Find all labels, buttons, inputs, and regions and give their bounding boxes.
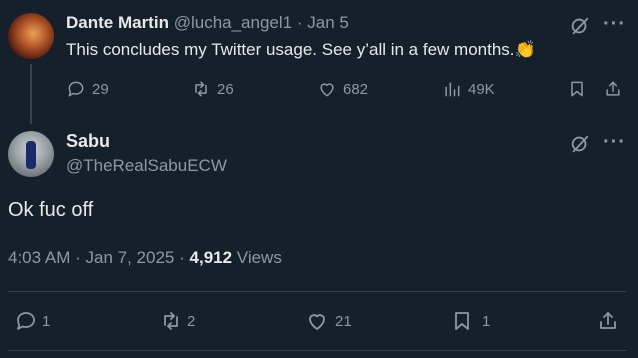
clapping-hands-icon: 👏 xyxy=(514,40,536,59)
main-tweet-text: Ok fuc off xyxy=(8,199,94,221)
share-icon xyxy=(600,312,616,329)
thread-tweet-header: Dante Martin @lucha_angel1 · Jan 5 xyxy=(66,13,349,33)
main-tweet-time[interactable]: 4:03 AM xyxy=(8,248,70,267)
share-icon xyxy=(606,81,620,96)
divider xyxy=(8,291,626,292)
grok-icon[interactable] xyxy=(569,15,591,42)
thread-author-handle[interactable]: @lucha_angel1 xyxy=(174,13,292,32)
dante-avatar[interactable] xyxy=(8,13,54,59)
main-more-icon[interactable]: ··· xyxy=(603,131,626,154)
bookmark-icon xyxy=(455,312,469,330)
heart-icon xyxy=(309,314,325,330)
thread-tweet-date[interactable]: Jan 5 xyxy=(307,13,349,32)
retweet-icon xyxy=(164,312,178,330)
main-reply-count: 1 xyxy=(42,312,51,330)
main-like-button[interactable]: 21 xyxy=(305,309,352,333)
main-tweet-date[interactable]: Jan 7, 2025 xyxy=(86,248,175,267)
thread-retweet-count: 26 xyxy=(217,80,234,98)
thread-retweet-button[interactable]: 26 xyxy=(191,79,234,99)
main-retweet-button[interactable]: 2 xyxy=(159,309,195,333)
thread-tweet-text: This concludes my Twitter usage. See y’a… xyxy=(66,40,536,60)
analytics-icon xyxy=(445,82,460,97)
main-share-button[interactable] xyxy=(596,309,620,333)
bookmark-icon xyxy=(571,81,583,97)
main-views-count: 4,912 xyxy=(189,248,233,267)
main-author-name[interactable]: Sabu xyxy=(66,131,110,152)
thread-author-name[interactable]: Dante Martin xyxy=(66,13,169,32)
more-icon[interactable]: ··· xyxy=(603,13,626,36)
thread-date-separator: · xyxy=(296,13,303,32)
retweet-icon xyxy=(195,81,207,97)
main-reply-button[interactable]: 1 xyxy=(14,309,50,333)
reply-icon xyxy=(68,81,84,97)
main-views-label: Views xyxy=(236,248,282,267)
sabu-avatar[interactable] xyxy=(8,131,54,177)
meta-separator: · xyxy=(75,248,81,267)
bottom-divider xyxy=(8,350,626,351)
main-retweet-count: 2 xyxy=(187,312,196,330)
meta-separator: · xyxy=(179,248,185,267)
thread-tweet-text-content: This concludes my Twitter usage. See y’a… xyxy=(66,40,515,59)
main-grok-icon[interactable] xyxy=(569,133,591,160)
heart-icon xyxy=(320,83,334,97)
thread-like-count: 682 xyxy=(343,80,369,98)
main-bookmark-button[interactable]: 1 xyxy=(450,309,490,333)
main-author-handle[interactable]: @TheRealSabuECW xyxy=(66,156,227,176)
thread-reply-count: 29 xyxy=(92,80,109,98)
thread-share-button[interactable] xyxy=(603,79,623,104)
main-bookmark-count: 1 xyxy=(482,312,491,330)
thread-bookmark-button[interactable] xyxy=(567,79,587,104)
thread-reply-button[interactable]: 29 xyxy=(66,79,109,99)
thread-views-button[interactable]: 49K xyxy=(442,79,495,99)
main-tweet-meta: 4:03 AM · Jan 7, 2025 · 4,912 Views xyxy=(8,248,282,268)
thread-like-button[interactable]: 682 xyxy=(317,79,368,99)
thread-connector-line xyxy=(30,64,32,124)
thread-views-count: 49K xyxy=(468,80,495,98)
main-like-count: 21 xyxy=(335,312,352,330)
reply-icon xyxy=(17,312,35,330)
